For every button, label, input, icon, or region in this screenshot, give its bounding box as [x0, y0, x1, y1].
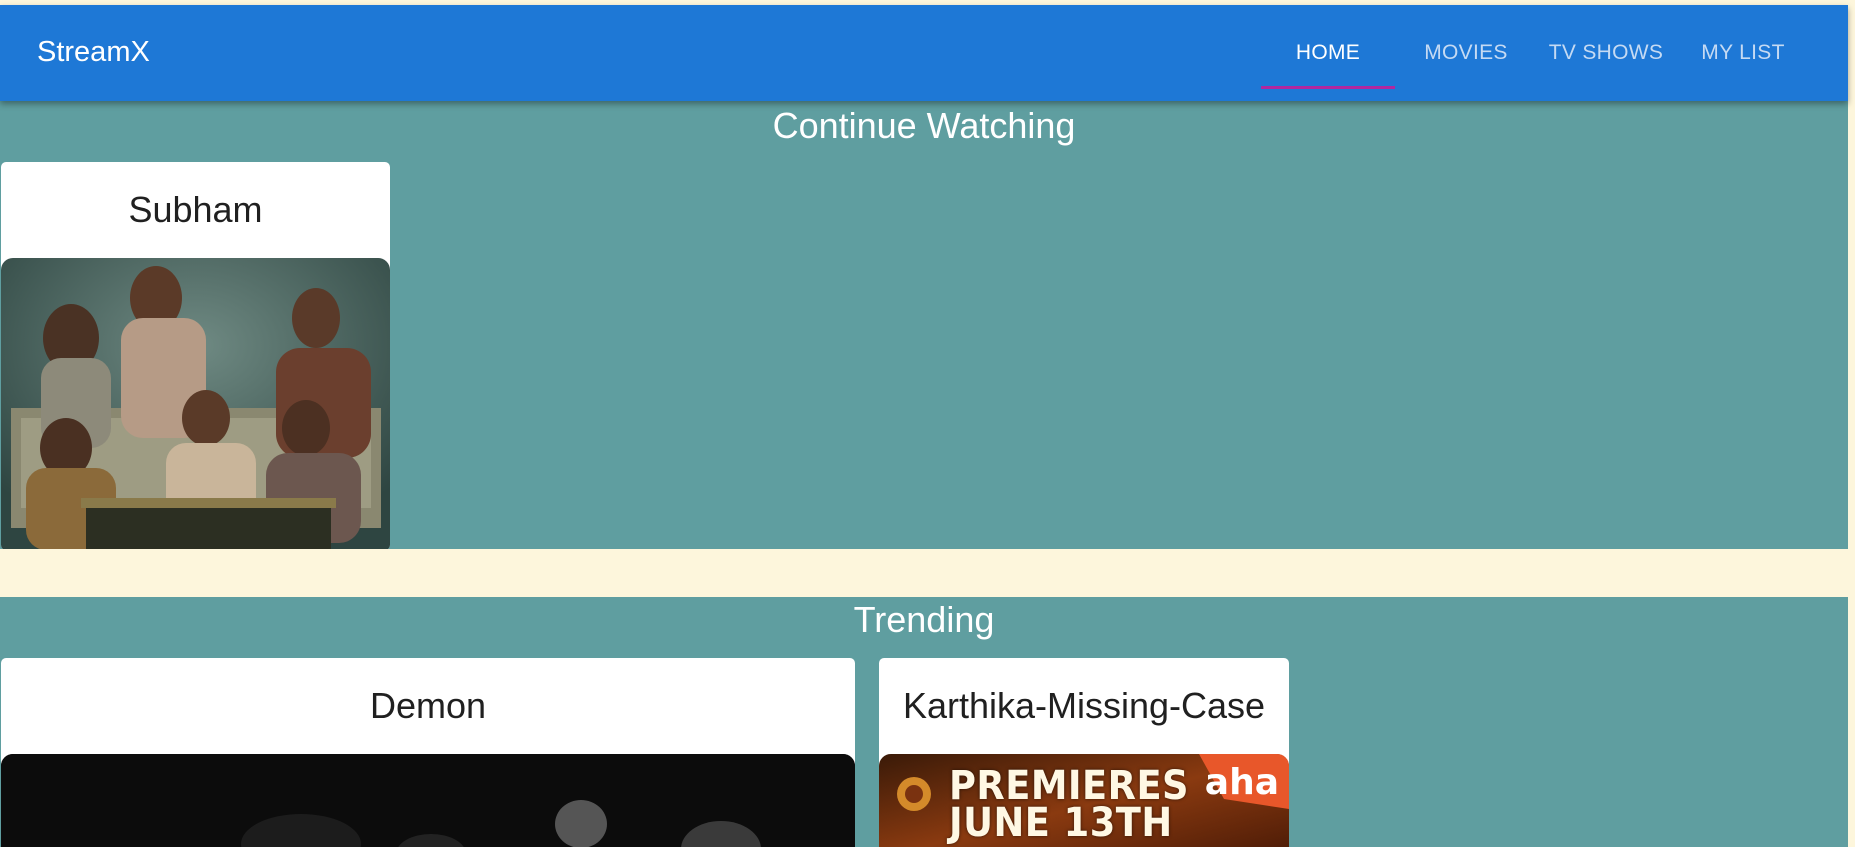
poster-artwork — [1, 754, 855, 847]
movie-card-karthika-missing-case[interactable]: Karthika-Missing-Case PREMIERES JUNE 13T… — [879, 658, 1289, 847]
trending-section: Trending Demon Karthika-Missing-Case PRE… — [0, 597, 1848, 847]
card-title: Demon — [369, 685, 487, 726]
card-title: Karthika-Missing-Case — [902, 685, 1266, 726]
tab-my-list[interactable]: MY LIST — [1686, 5, 1800, 101]
section-title: Continue Watching — [772, 105, 1076, 146]
poster-image[interactable]: PREMIERES JUNE 13TH aha — [879, 754, 1289, 847]
aha-logo: aha — [1204, 762, 1279, 803]
app-bar: StreamX HOME MOVIES TV SHOWS MY LIST — [0, 5, 1848, 101]
continue-watching-section: Continue Watching Subham — [0, 101, 1848, 549]
movie-card-demon[interactable]: Demon — [1, 658, 855, 847]
tab-movies[interactable]: MOVIES — [1406, 5, 1526, 101]
poster-image[interactable] — [1, 754, 855, 847]
movie-card-subham[interactable]: Subham — [1, 162, 390, 549]
section-title: Trending — [853, 599, 995, 640]
poster-image[interactable] — [1, 258, 390, 549]
tab-tv-shows[interactable]: TV SHOWS — [1538, 5, 1674, 101]
card-title: Subham — [128, 189, 263, 230]
brand-logo[interactable]: StreamX — [37, 36, 150, 69]
poster-artwork — [1, 258, 390, 549]
tab-home[interactable]: HOME — [1261, 5, 1395, 101]
